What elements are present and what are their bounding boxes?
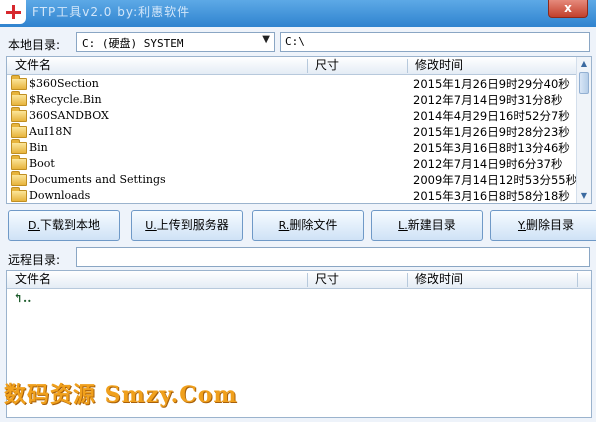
file-modified: 2015年3月16日8时58分18秒 bbox=[413, 189, 570, 203]
local-dir-label: 本地目录: bbox=[8, 38, 61, 52]
local-list-header: 文件名 尺寸 修改时间 bbox=[7, 57, 591, 75]
scroll-up-icon[interactable]: ▲ bbox=[577, 57, 591, 71]
folder-icon bbox=[11, 91, 27, 106]
folder-icon bbox=[11, 107, 27, 122]
file-row[interactable]: Downloads 2015年3月16日8时58分18秒 bbox=[7, 187, 577, 203]
file-row[interactable]: $360Section 2015年1月26日9时29分40秒 bbox=[7, 75, 577, 92]
button-hotkey: D. bbox=[28, 219, 40, 232]
button-hotkey: R. bbox=[278, 219, 290, 232]
button-hotkey: Y. bbox=[517, 219, 526, 232]
column-size-header[interactable]: 尺寸 bbox=[309, 57, 339, 75]
file-modified: 2015年1月26日9时28分23秒 bbox=[413, 125, 570, 139]
window-title: FTP工具v2.0 by:利惠软件 bbox=[32, 5, 191, 19]
file-modified: 2012年7月14日9时6分37秒 bbox=[413, 157, 563, 171]
file-name: Downloads bbox=[29, 189, 91, 202]
file-row[interactable]: 360SANDBOX 2014年4月29日16时52分7秒 bbox=[7, 107, 577, 124]
remote-dir-label: 远程目录: bbox=[8, 253, 61, 267]
file-row[interactable]: Boot 2012年7月14日9时6分37秒 bbox=[7, 155, 577, 172]
button-label: 删除目录 bbox=[525, 218, 574, 232]
local-list-scrollbar[interactable]: ▲ ▼ bbox=[576, 57, 591, 203]
delete-dir-button[interactable]: Y.删除目录 bbox=[490, 210, 596, 241]
button-hotkey: L. bbox=[398, 219, 408, 232]
delete-file-button[interactable]: R.删除文件 bbox=[252, 210, 364, 241]
file-modified: 2012年7月14日9时31分8秒 bbox=[413, 93, 563, 107]
file-name: Documents and Settings bbox=[29, 173, 166, 186]
new-dir-button[interactable]: L.新建目录 bbox=[371, 210, 483, 241]
folder-icon bbox=[11, 187, 27, 202]
remote-list-header: 文件名 尺寸 修改时间 bbox=[7, 271, 591, 289]
button-hotkey: U. bbox=[145, 219, 157, 232]
button-label: 上传到服务器 bbox=[156, 218, 229, 232]
file-row[interactable]: Bin 2015年3月16日8时13分46秒 bbox=[7, 139, 577, 156]
column-modified-header[interactable]: 修改时间 bbox=[409, 271, 463, 289]
drive-select[interactable]: C: (硬盘) SYSTEM ▼ bbox=[76, 32, 275, 52]
column-name-header[interactable]: 文件名 bbox=[9, 57, 51, 75]
button-label: 新建目录 bbox=[407, 218, 456, 232]
button-label: 删除文件 bbox=[289, 218, 338, 232]
file-modified: 2014年4月29日16时52分7秒 bbox=[413, 109, 570, 123]
title-bar[interactable]: FTP工具v2.0 by:利惠软件 x bbox=[0, 0, 596, 27]
local-path-input[interactable]: C:\ bbox=[280, 32, 590, 52]
folder-icon bbox=[11, 75, 27, 90]
local-file-list[interactable]: 文件名 尺寸 修改时间 $360Section 2015年1月26日9时29分40… bbox=[6, 56, 592, 204]
parent-dir-entry[interactable]: ↰.. bbox=[13, 291, 31, 305]
file-row[interactable]: $Recycle.Bin 2012年7月14日9时31分8秒 bbox=[7, 91, 577, 108]
file-name: $360Section bbox=[29, 77, 99, 90]
file-name: $Recycle.Bin bbox=[29, 93, 102, 106]
file-modified: 2009年7月14日12时53分55秒 bbox=[413, 173, 578, 187]
scroll-down-icon[interactable]: ▼ bbox=[577, 189, 591, 203]
file-row[interactable]: AuI18N 2015年1月26日9时28分23秒 bbox=[7, 123, 577, 140]
close-button[interactable]: x bbox=[548, 0, 588, 18]
watermark: 数码资源 Smzy.Com bbox=[4, 382, 238, 408]
folder-icon bbox=[11, 139, 27, 154]
file-modified: 2015年3月16日8时13分46秒 bbox=[413, 141, 570, 155]
folder-icon bbox=[11, 171, 27, 186]
chevron-down-icon[interactable]: ▼ bbox=[262, 34, 270, 45]
remote-path-input[interactable] bbox=[76, 247, 590, 267]
folder-icon bbox=[11, 123, 27, 138]
button-label: 下载到本地 bbox=[39, 218, 100, 232]
app-icon bbox=[0, 0, 26, 24]
column-size-header[interactable]: 尺寸 bbox=[309, 271, 339, 289]
file-modified: 2015年1月26日9时29分40秒 bbox=[413, 77, 570, 91]
scroll-thumb[interactable] bbox=[579, 72, 589, 94]
download-button[interactable]: D.下载到本地 bbox=[8, 210, 120, 241]
upload-button[interactable]: U.上传到服务器 bbox=[131, 210, 243, 241]
file-name: AuI18N bbox=[29, 125, 72, 138]
drive-select-value: C: (硬盘) SYSTEM bbox=[82, 37, 184, 50]
column-name-header[interactable]: 文件名 bbox=[9, 271, 51, 289]
column-modified-header[interactable]: 修改时间 bbox=[409, 57, 463, 75]
file-name: 360SANDBOX bbox=[29, 109, 109, 122]
file-name: Boot bbox=[29, 157, 55, 170]
file-row[interactable]: Documents and Settings 2009年7月14日12时53分55… bbox=[7, 171, 578, 188]
file-name: Bin bbox=[29, 141, 48, 154]
folder-icon bbox=[11, 155, 27, 170]
